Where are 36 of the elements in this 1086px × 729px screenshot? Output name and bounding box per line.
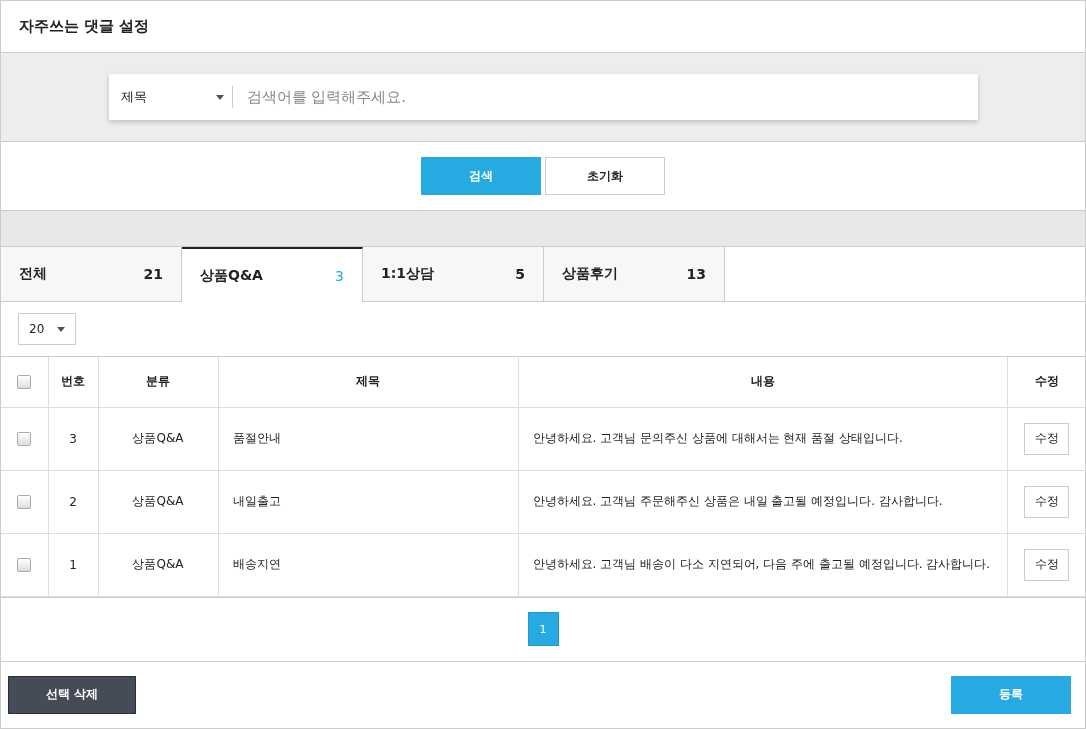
row-checkbox[interactable] [17, 431, 32, 446]
table-cell: 품절안내 [218, 407, 518, 470]
row-checkbox[interactable] [17, 494, 32, 509]
table-cell: 1 [48, 533, 98, 596]
column-header: 내용 [518, 357, 1007, 407]
row-checkbox[interactable] [17, 557, 32, 572]
table-cell: 상품Q&A [98, 533, 218, 596]
column-header: 번호 [48, 357, 98, 407]
search-field[interactable]: 제목 검색어를 입력해주세요. [108, 74, 978, 120]
table-cell: 내일출고 [218, 470, 518, 533]
search-field-select[interactable]: 제목 [120, 86, 233, 108]
edit-button[interactable]: 수정 [1024, 548, 1070, 581]
category-tab[interactable]: 상품Q&A 3 [182, 247, 363, 302]
category-tab[interactable]: 전체 21 [1, 247, 182, 301]
edit-button[interactable]: 수정 [1024, 422, 1070, 455]
column-header: 수정 [1007, 357, 1085, 407]
category-tab[interactable]: 상품후기 13 [544, 247, 725, 301]
column-header: 분류 [98, 357, 218, 407]
select-all-checkbox[interactable] [17, 375, 32, 389]
category-tab[interactable]: 1:1상담 5 [363, 247, 544, 301]
table-cell: 상품Q&A [98, 407, 218, 470]
caret-icon [215, 94, 224, 100]
reset-button[interactable]: 초기화 [545, 157, 665, 195]
table-cell: 상품Q&A [98, 470, 218, 533]
table-cell: 안녕하세요. 고객님 문의주신 상품에 대해서는 현재 품절 상태입니다. [518, 407, 1007, 470]
table-cell: 3 [48, 407, 98, 470]
delete-selected-button[interactable]: 선택 삭제 [8, 675, 136, 714]
page-title: 자주쓰는 댓글 설정 [19, 17, 150, 36]
table-cell: 배송지연 [218, 533, 518, 596]
table-cell: 안녕하세요. 고객님 배송이 다소 지연되어, 다음 주에 출고될 예정입니다. 감사합니다. [518, 533, 1007, 596]
table-cell: 안녕하세요. 고객님 주문해주신 상품은 내일 출고될 예정입니다. 감사합니다. [518, 470, 1007, 533]
column-header: 제목 [218, 357, 518, 407]
page-size-select[interactable]: 20 [18, 313, 76, 345]
edit-button[interactable]: 수정 [1024, 485, 1070, 518]
table-cell: 2 [48, 470, 98, 533]
caret-icon [57, 326, 65, 332]
